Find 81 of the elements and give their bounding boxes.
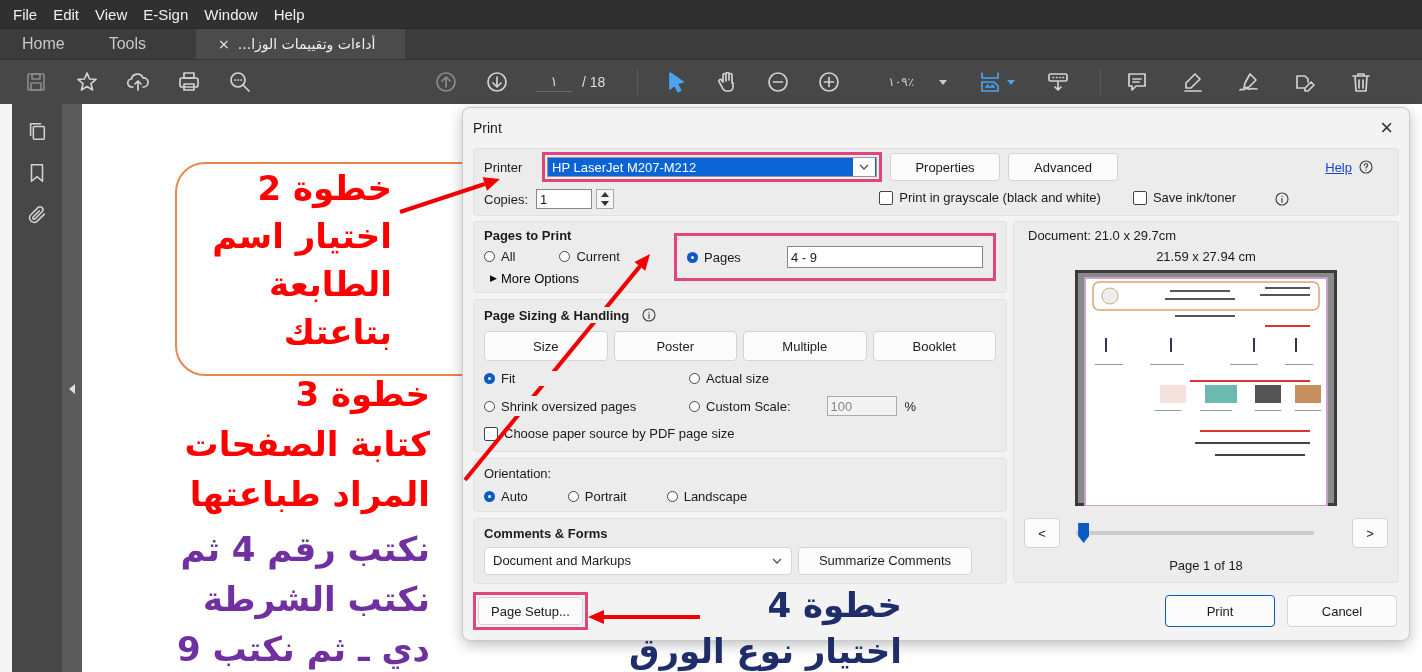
copies-label: Copies: [484, 191, 530, 207]
spinner-icon[interactable] [596, 189, 614, 209]
tab[interactable]: Tools [86, 29, 169, 59]
info-icon[interactable] [1274, 191, 1290, 207]
menu-item[interactable]: E-Sign [136, 3, 196, 25]
mode-button[interactable]: Booklet [872, 331, 996, 361]
dialog-title: Print [473, 120, 502, 136]
radio-option[interactable]: All [484, 248, 516, 264]
annotation-text: اختيار اسم [212, 215, 392, 259]
dialog-button[interactable]: Properties [890, 153, 1000, 181]
caret-icon[interactable] [938, 77, 949, 87]
printer-dropdown[interactable]: HP LaserJet M207-M212 [547, 157, 877, 177]
radio-option[interactable]: Pages [687, 249, 741, 265]
search-icon[interactable] [228, 70, 252, 94]
arrow-down-circle-icon[interactable] [485, 70, 509, 94]
annotation-text: نكتب رقم 4 ثم [180, 528, 430, 572]
document-size-label: Document: 21.0 x 29.7cm [1027, 228, 1177, 243]
zoom-in-icon[interactable] [817, 70, 842, 94]
tab[interactable]: Home [0, 29, 87, 59]
next-page-button[interactable]: > [1352, 518, 1388, 548]
paperclip-icon[interactable] [26, 204, 48, 226]
percent-label: % [904, 398, 917, 414]
annotation-text: نكتب الشرطة [202, 578, 430, 622]
section-title: Orientation: [484, 465, 552, 481]
cloud-upload-icon[interactable] [126, 70, 150, 94]
page-setup-button[interactable]: Page Setup... [478, 597, 583, 625]
dialog-button[interactable]: Print [1165, 595, 1275, 627]
zoom-out-icon[interactable] [766, 70, 791, 94]
menu-item[interactable]: Window [197, 3, 265, 25]
annotation-text: خطوة 4 [767, 584, 902, 628]
checkbox-option[interactable]: Save ink/toner [1132, 190, 1236, 206]
checkbox-option[interactable]: Print in grayscale (black and white) [879, 190, 1101, 206]
print-icon[interactable] [177, 70, 201, 94]
pages-field[interactable]: 4 - 9 [787, 246, 983, 268]
menu-item[interactable]: View [88, 3, 135, 25]
annotation-text: دي ـ ثم نكتب 9 [176, 628, 430, 672]
annotation-text: خطوة 2 [257, 167, 392, 211]
summarize-comments-button[interactable]: Summarize Comments [798, 546, 972, 575]
comments-dropdown[interactable]: Document and Markups [484, 546, 792, 575]
close-button[interactable]: × [1374, 115, 1399, 141]
paper-size-label: 21.59 x 27.94 cm [1156, 249, 1256, 264]
copies-field[interactable]: 1 [536, 189, 592, 209]
dialog-button[interactable]: Advanced [1008, 153, 1118, 181]
printer-label: Printer [484, 159, 524, 175]
radio-option[interactable]: Auto [484, 488, 528, 504]
annotation-text: بتاعتك [283, 311, 392, 354]
annotation-text: خطوة 3 [295, 373, 430, 417]
mode-button[interactable]: Poster [613, 331, 737, 361]
annotation-text: كتابة الصفحات [184, 423, 430, 466]
previous-page-button[interactable]: < [1024, 518, 1060, 548]
menu-item[interactable]: File [6, 3, 45, 25]
annotation-text: المراد طباعتها [189, 473, 430, 517]
help-icon[interactable] [1358, 159, 1374, 175]
checkbox-option[interactable]: Choose paper source by PDF page size [484, 426, 735, 441]
annotation-text: الطابعة [269, 263, 392, 306]
radio-option[interactable]: Custom Scale: [689, 398, 791, 414]
arrow-up-circle-icon[interactable] [434, 70, 458, 94]
collapse-arrow-icon[interactable] [68, 382, 76, 395]
mode-button[interactable]: Size [484, 331, 608, 361]
slider-thumb[interactable] [1078, 523, 1090, 543]
mode-button[interactable]: Multiple [743, 331, 867, 361]
menu-item[interactable]: Help [266, 3, 312, 25]
annotation-text: اختيار نوع الورق [629, 630, 902, 672]
caret-icon[interactable] [1006, 77, 1017, 87]
menu-item[interactable]: Edit [46, 3, 87, 25]
page-total: / 18 [582, 74, 606, 90]
section-title: Page Sizing & Handling [484, 307, 630, 323]
page-number-field[interactable]: ١ [536, 72, 572, 92]
tab[interactable]: × أداءات وتقييمات الوزا... [196, 29, 406, 59]
star-icon[interactable] [75, 70, 99, 94]
more-options-toggle[interactable]: ▶ More Options [484, 269, 674, 287]
dialog-button[interactable]: Cancel [1287, 595, 1397, 627]
save-icon[interactable] [24, 70, 48, 94]
info-icon[interactable] [641, 307, 658, 323]
scroll-mode-icon[interactable] [1046, 70, 1071, 94]
radio-option[interactable]: Landscape [666, 488, 748, 504]
radio-option[interactable]: Portrait [567, 488, 627, 504]
page-indicator: Page 1 of 18 [1169, 558, 1243, 573]
zoom-level-dropdown[interactable]: ١٠٩٪ [888, 75, 939, 89]
help-link[interactable]: Help [1325, 159, 1352, 175]
radio-option[interactable]: Current [559, 248, 620, 264]
